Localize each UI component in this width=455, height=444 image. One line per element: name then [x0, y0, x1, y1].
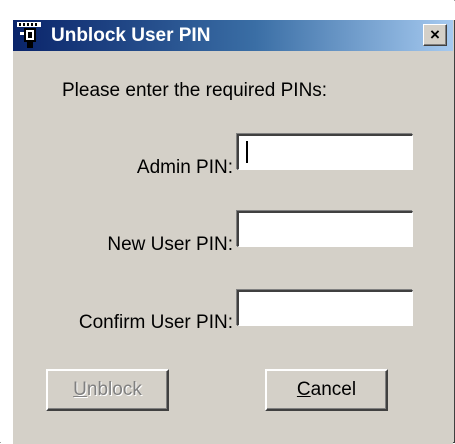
left-margin [1, 1, 13, 444]
new-user-pin-label: New User PIN: [107, 234, 233, 255]
close-icon: × [430, 25, 440, 44]
close-button[interactable]: × [423, 24, 447, 46]
unblock-button[interactable]: Unblock [46, 369, 169, 411]
smart-card-token-icon [17, 22, 41, 48]
title-bar[interactable]: Unblock User PIN × [13, 20, 453, 51]
unblock-label: nblock [86, 379, 142, 400]
admin-pin-label: Admin PIN: [136, 157, 233, 178]
cancel-button[interactable]: Cancel [265, 369, 388, 411]
cancel-accelerator: C [296, 379, 311, 400]
confirm-user-pin-field[interactable] [237, 290, 413, 326]
window-title: Unblock User PIN [51, 25, 211, 46]
dialog-body: Please enter the required PINs: Admin PI… [13, 51, 453, 444]
text-caret [246, 141, 248, 163]
new-user-pin-field[interactable] [237, 211, 413, 247]
instruction-text: Please enter the required PINs: [62, 80, 328, 101]
admin-pin-field[interactable] [237, 134, 413, 170]
unblock-accelerator: U [73, 379, 87, 400]
cancel-label: ancel [310, 379, 357, 400]
unblock-pin-dialog: Unblock User PIN × Please enter the requ… [0, 0, 455, 444]
top-margin [1, 1, 455, 20]
confirm-user-pin-label: Confirm User PIN: [78, 312, 233, 333]
